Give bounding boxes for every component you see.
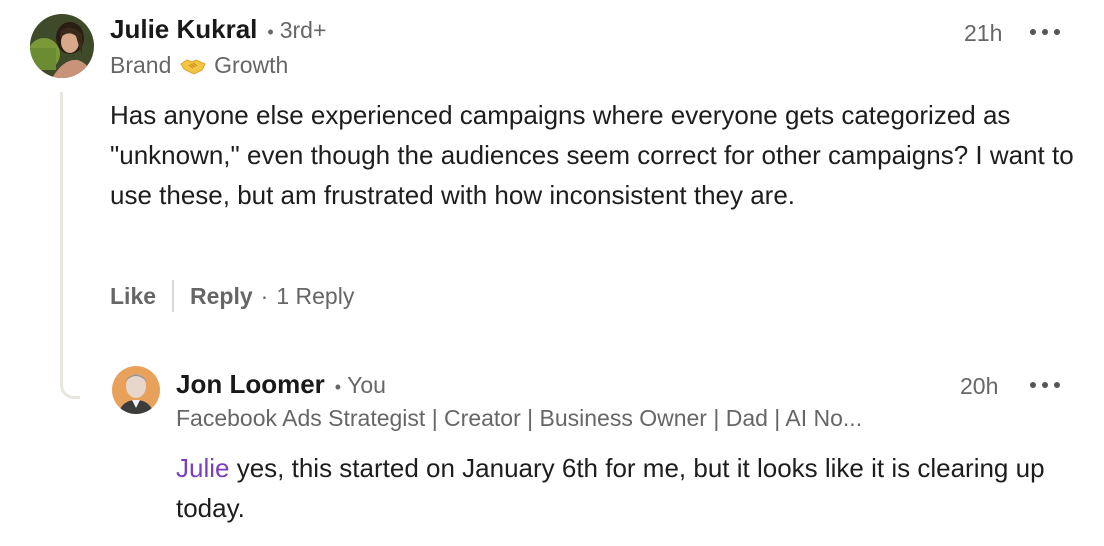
avatar-julie[interactable] bbox=[30, 14, 94, 78]
dot-icon bbox=[1030, 29, 1036, 35]
dot-icon bbox=[1042, 29, 1048, 35]
reply-author-name[interactable]: Jon Loomer bbox=[176, 369, 325, 399]
dot-icon bbox=[1042, 382, 1048, 388]
mention-link-julie[interactable]: Julie bbox=[176, 453, 229, 483]
headline-text-growth: Growth bbox=[214, 52, 289, 78]
comment-header: Julie Kukral • 3rd+ bbox=[110, 14, 326, 45]
comment-actions: Like Reply · 1 Reply bbox=[110, 280, 354, 312]
comment-author-name[interactable]: Julie Kukral bbox=[110, 14, 257, 44]
connection-degree: 3rd+ bbox=[279, 17, 327, 43]
like-button[interactable]: Like bbox=[110, 283, 156, 310]
degree-separator-dot: • bbox=[267, 22, 274, 42]
action-divider bbox=[172, 280, 175, 312]
reply-timestamp: 20h bbox=[960, 373, 999, 399]
comment-more-options-icon[interactable] bbox=[1030, 22, 1060, 42]
reply-author-you-label: You bbox=[347, 372, 386, 398]
action-dot-separator: · bbox=[260, 282, 269, 309]
reply-body-text: yes, this started on January 6th for me,… bbox=[176, 453, 1045, 523]
dot-icon bbox=[1030, 382, 1036, 388]
degree-separator-dot: • bbox=[334, 377, 342, 397]
reply-count-link[interactable]: 1 Reply bbox=[276, 283, 354, 310]
reply-button[interactable]: Reply bbox=[190, 283, 253, 310]
comment-body-text: Has anyone else experienced campaigns wh… bbox=[110, 100, 1074, 210]
headline-text-brand: Brand bbox=[110, 52, 172, 78]
dot-icon bbox=[1054, 29, 1060, 35]
thread-connector-line bbox=[60, 92, 80, 399]
comment-timestamp: 21h bbox=[964, 20, 1003, 46]
dot-icon bbox=[1054, 382, 1060, 388]
reply-body: Julie yes, this started on January 6th f… bbox=[176, 448, 1076, 528]
handshake-icon bbox=[180, 55, 206, 75]
reply-header: Jon Loomer • You bbox=[176, 369, 386, 400]
reply-more-options-icon[interactable] bbox=[1030, 375, 1060, 395]
reply-author-headline: Facebook Ads Strategist | Creator | Busi… bbox=[176, 405, 863, 431]
avatar-jon[interactable] bbox=[112, 366, 160, 414]
comment-author-headline: Brand Growth bbox=[110, 52, 288, 79]
